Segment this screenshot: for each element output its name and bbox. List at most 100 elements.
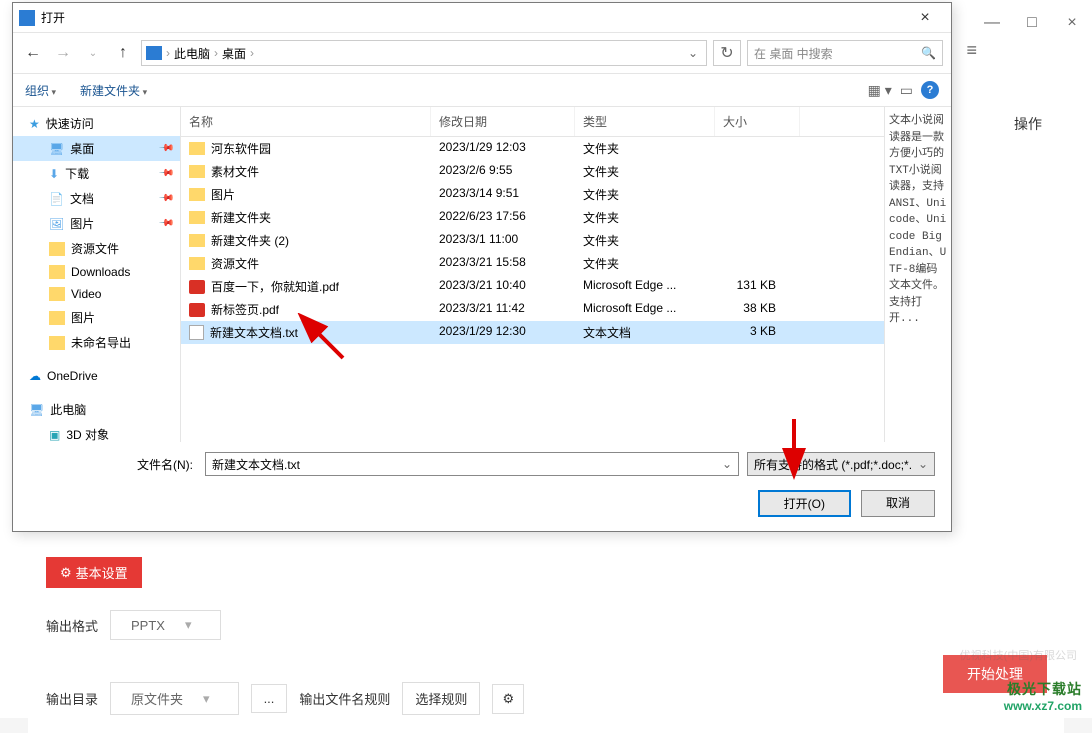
file-size xyxy=(715,183,800,206)
nav-back-button[interactable]: ← xyxy=(21,41,45,65)
sidebar-item-3d[interactable]: ▣3D 对象 xyxy=(13,422,180,442)
output-dir-select[interactable]: 原文件夹 xyxy=(110,682,239,715)
file-row[interactable]: 图片2023/3/14 9:51文件夹 xyxy=(181,183,884,206)
header-action-label: 操作 xyxy=(1014,114,1042,134)
nav-up-button[interactable]: ↑ xyxy=(111,41,135,65)
sidebar-this-pc[interactable]: 🖥此电脑 xyxy=(13,397,180,422)
sidebar-onedrive[interactable]: ☁ OneDrive xyxy=(13,365,180,387)
pin-icon: 📌 xyxy=(157,190,174,207)
breadcrumb-root[interactable]: 此电脑 xyxy=(174,45,210,62)
file-name: 素材文件 xyxy=(211,163,259,180)
chevron-right-icon: › xyxy=(250,46,254,60)
sidebar-item-export[interactable]: 未命名导出 xyxy=(13,330,180,355)
nav-recent-button[interactable]: ⌄ xyxy=(81,41,105,65)
folder-icon xyxy=(49,287,65,301)
settings-panel: 基本设置 输出格式 PPTX 输出目录 原文件夹 ... 输出文件名规则 选择规… xyxy=(28,545,1064,733)
dialog-toolbar: 组织 新建文件夹 ▦ ▾ ▭ ? xyxy=(13,73,951,107)
file-name: 新建文件夹 xyxy=(211,209,271,226)
folder-icon xyxy=(49,242,65,256)
file-type: 文件夹 xyxy=(575,252,715,275)
refresh-button[interactable]: ↻ xyxy=(713,40,741,66)
search-input[interactable]: 在 桌面 中搜索 🔍 xyxy=(747,40,943,66)
file-type: 文件夹 xyxy=(575,206,715,229)
document-icon: 📄 xyxy=(49,192,64,206)
col-modified[interactable]: 修改日期 xyxy=(431,107,575,136)
sidebar-item-pictures[interactable]: 🖼图片📌 xyxy=(13,211,180,236)
breadcrumb-current[interactable]: 桌面 xyxy=(222,45,246,62)
sidebar-item-video[interactable]: Video xyxy=(13,283,180,305)
file-list-header: 名称 修改日期 类型 大小 xyxy=(181,107,884,137)
cancel-button[interactable]: 取消 xyxy=(861,490,935,517)
hamburger-icon[interactable]: ≡ xyxy=(966,40,977,61)
app-icon xyxy=(19,10,35,26)
file-row[interactable]: 新建文件夹2022/6/23 17:56文件夹 xyxy=(181,206,884,229)
monitor-icon: 🖥 xyxy=(49,142,64,156)
sidebar-label: OneDrive xyxy=(47,369,98,383)
sidebar-label: 文档 xyxy=(70,190,94,207)
sidebar-item-pictures2[interactable]: 图片 xyxy=(13,305,180,330)
sidebar-quick-access[interactable]: ★快速访问 xyxy=(13,111,180,136)
bg-close-button[interactable]: × xyxy=(1057,8,1087,38)
file-size: 38 KB xyxy=(715,298,800,321)
watermark-url: www.xz7.com xyxy=(1004,699,1082,713)
file-name: 河东软件园 xyxy=(211,140,271,157)
search-icon: 🔍 xyxy=(921,46,936,60)
nav-forward-button[interactable]: → xyxy=(51,41,75,65)
folder-icon xyxy=(49,265,65,279)
folder-icon xyxy=(146,46,162,60)
organize-menu[interactable]: 组织 xyxy=(25,82,56,99)
cloud-icon: ☁ xyxy=(29,369,41,383)
file-row[interactable]: 新标签页.pdf2023/3/21 11:42Microsoft Edge ..… xyxy=(181,298,884,321)
view-options-button[interactable]: ▦ ▾ xyxy=(868,82,892,99)
choose-rule-button[interactable]: 选择规则 xyxy=(402,682,480,715)
rule-settings-button[interactable]: ⚙ xyxy=(492,684,524,714)
output-format-label: 输出格式 xyxy=(46,616,98,635)
pin-icon: 📌 xyxy=(157,140,174,157)
breadcrumb[interactable]: › 此电脑 › 桌面 › ⌄ xyxy=(141,40,707,66)
col-type[interactable]: 类型 xyxy=(575,107,715,136)
basic-settings-label: 基本设置 xyxy=(76,563,128,582)
file-type: 文件夹 xyxy=(575,183,715,206)
sidebar-item-downloads-en[interactable]: Downloads xyxy=(13,261,180,283)
file-date: 2023/1/29 12:30 xyxy=(431,321,575,344)
file-icon xyxy=(189,165,205,178)
dialog-title: 打开 xyxy=(41,9,905,26)
output-format-select[interactable]: PPTX xyxy=(110,610,221,640)
sidebar-label: 此电脑 xyxy=(50,401,86,418)
sidebar-item-desktop[interactable]: 🖥桌面📌 xyxy=(13,136,180,161)
sidebar-item-documents[interactable]: 📄 文档 📌 xyxy=(13,186,180,211)
file-type: Microsoft Edge ... xyxy=(575,275,715,298)
file-row[interactable]: 新建文本文档.txt2023/1/29 12:30文本文档3 KB xyxy=(181,321,884,344)
filename-input[interactable]: 新建文本文档.txt xyxy=(205,452,739,476)
filetype-select[interactable]: 所有支持的格式 (*.pdf;*.doc;*. xyxy=(747,452,935,476)
basic-settings-button[interactable]: 基本设置 xyxy=(46,557,142,588)
file-row[interactable]: 资源文件2023/3/21 15:58文件夹 xyxy=(181,252,884,275)
browse-button[interactable]: ... xyxy=(251,684,288,713)
file-size: 3 KB xyxy=(715,321,800,344)
file-row[interactable]: 素材文件2023/2/6 9:55文件夹 xyxy=(181,160,884,183)
new-folder-button[interactable]: 新建文件夹 xyxy=(80,82,147,99)
file-date: 2023/2/6 9:55 xyxy=(431,160,575,183)
sidebar-item-resources[interactable]: 资源文件 xyxy=(13,236,180,261)
help-button[interactable]: ? xyxy=(921,81,939,99)
bg-maximize-button[interactable]: □ xyxy=(1017,8,1047,38)
sidebar-label: 资源文件 xyxy=(71,240,119,257)
chevron-right-icon: › xyxy=(214,46,218,60)
file-icon xyxy=(189,211,205,224)
preview-pane: 文本小说阅读器是一款方便小巧的TXT小说阅读器，支持ANSI、Unicode、U… xyxy=(884,107,951,442)
filename-label: 文件名(N): xyxy=(29,456,197,473)
file-row[interactable]: 河东软件园2023/1/29 12:03文件夹 xyxy=(181,137,884,160)
file-row[interactable]: 百度一下，你就知道.pdf2023/3/21 10:40Microsoft Ed… xyxy=(181,275,884,298)
col-size[interactable]: 大小 xyxy=(715,107,800,136)
chevron-right-icon: › xyxy=(166,46,170,60)
sidebar-label: 图片 xyxy=(71,309,95,326)
preview-toggle-button[interactable]: ▭ xyxy=(900,82,913,99)
open-button[interactable]: 打开(O) xyxy=(758,490,851,517)
breadcrumb-dropdown[interactable]: ⌄ xyxy=(684,46,702,60)
col-name[interactable]: 名称 xyxy=(181,107,431,136)
file-row[interactable]: 新建文件夹 (2)2023/3/1 11:00文件夹 xyxy=(181,229,884,252)
file-type: 文件夹 xyxy=(575,229,715,252)
bg-minimize-button[interactable]: — xyxy=(977,8,1007,38)
sidebar-item-downloads[interactable]: ⬇下载📌 xyxy=(13,161,180,186)
dialog-close-button[interactable]: × xyxy=(905,4,945,32)
